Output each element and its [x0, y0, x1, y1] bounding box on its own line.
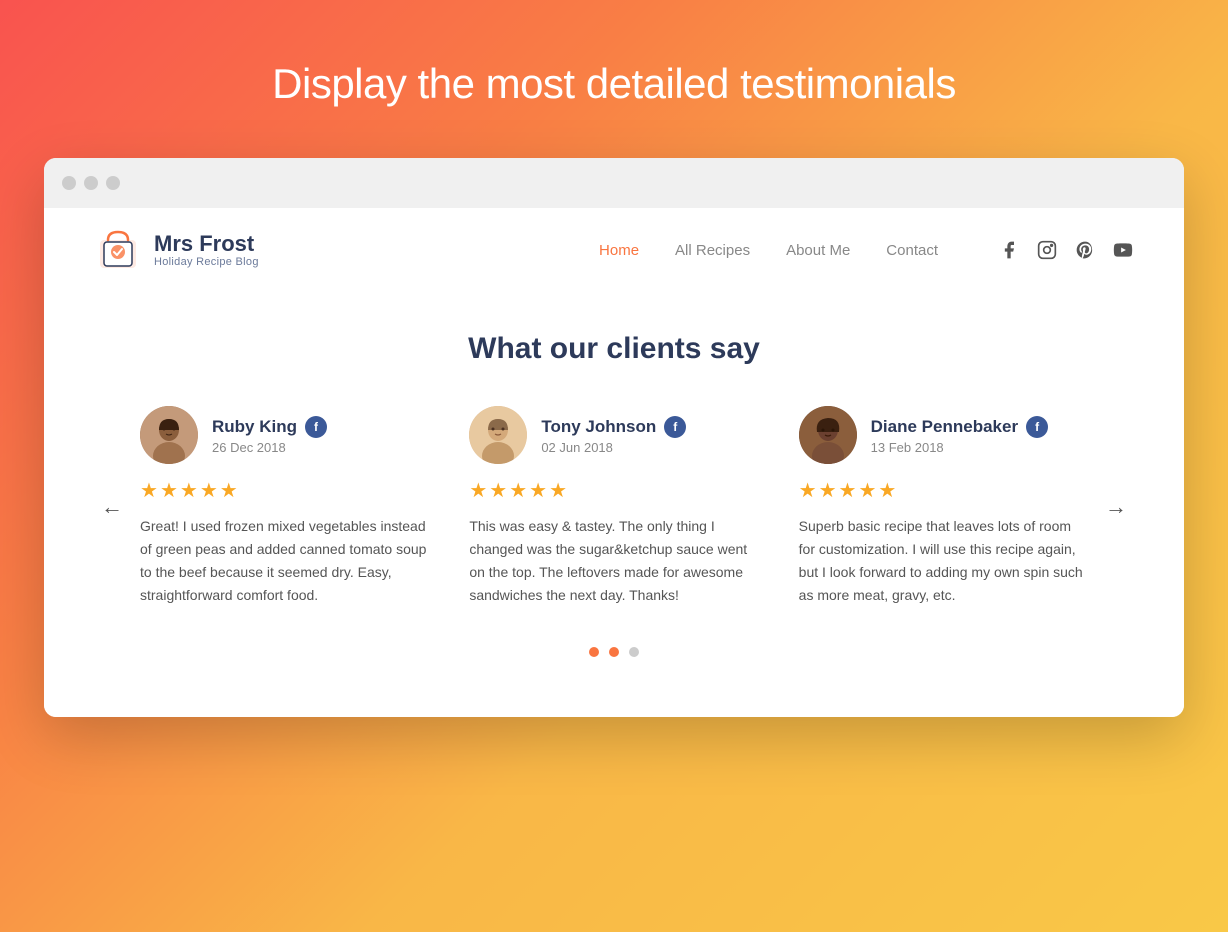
pagination-dot-3[interactable]: [629, 647, 639, 657]
youtube-icon[interactable]: [1112, 239, 1134, 261]
browser-dot-green: [106, 176, 120, 190]
review-text-2: This was easy & tastey. The only thing I…: [469, 515, 758, 607]
nav-all-recipes[interactable]: All Recipes: [675, 242, 750, 259]
logo-area: Mrs Frost Holiday Recipe Blog: [94, 226, 259, 274]
fb-badge-3: f: [1026, 416, 1048, 438]
reviewer-info-3: Diane Pennebaker f 13 Feb 2018: [871, 416, 1048, 455]
reviewer-name-1: Ruby King: [212, 417, 297, 437]
fb-badge-1: f: [305, 416, 327, 438]
logo-text-area: Mrs Frost Holiday Recipe Blog: [154, 232, 259, 268]
testimonial-card-2: Tony Johnson f 02 Jun 2018 ★ ★ ★ ★ ★: [469, 406, 758, 607]
stars-2: ★ ★ ★ ★ ★: [469, 478, 758, 503]
next-arrow[interactable]: →: [1098, 489, 1134, 525]
logo-name: Mrs Frost: [154, 232, 259, 256]
prev-arrow[interactable]: ←: [94, 489, 130, 525]
browser-bar: [44, 158, 1184, 208]
avatar-diane: [799, 406, 857, 464]
reviewer-name-row-1: Ruby King f: [212, 416, 327, 438]
browser-dot-yellow: [84, 176, 98, 190]
avatar-ruby: [140, 406, 198, 464]
reviewer-date-3: 13 Feb 2018: [871, 440, 1048, 455]
testimonial-card-3: Diane Pennebaker f 13 Feb 2018 ★ ★ ★ ★: [799, 406, 1088, 607]
reviewer-date-1: 26 Dec 2018: [212, 440, 327, 455]
logo-subtitle: Holiday Recipe Blog: [154, 256, 259, 268]
reviewer-name-row-2: Tony Johnson f: [541, 416, 686, 438]
reviewer-date-2: 02 Jun 2018: [541, 440, 686, 455]
stars-3: ★ ★ ★ ★ ★: [799, 478, 1088, 503]
browser-window: Mrs Frost Holiday Recipe Blog Home All R…: [44, 158, 1184, 717]
pinterest-icon[interactable]: [1074, 239, 1096, 261]
review-text-1: Great! I used frozen mixed vegetables in…: [140, 515, 429, 607]
main-content: What our clients say ←: [44, 292, 1184, 717]
nav-links: Home All Recipes About Me Contact: [599, 242, 938, 259]
review-text-3: Superb basic recipe that leaves lots of …: [799, 515, 1088, 607]
pagination-dots: [94, 647, 1134, 657]
avatar-tony: [469, 406, 527, 464]
facebook-icon[interactable]: [998, 239, 1020, 261]
hero-title: Display the most detailed testimonials: [252, 0, 976, 158]
stars-1: ★ ★ ★ ★ ★: [140, 478, 429, 503]
testimonials-grid: Ruby King f 26 Dec 2018 ★ ★ ★ ★ ★: [130, 406, 1098, 607]
reviewer-header-2: Tony Johnson f 02 Jun 2018: [469, 406, 758, 464]
pagination-dot-1[interactable]: [589, 647, 599, 657]
reviewer-info-2: Tony Johnson f 02 Jun 2018: [541, 416, 686, 455]
reviewer-name-3: Diane Pennebaker: [871, 417, 1018, 437]
navbar: Mrs Frost Holiday Recipe Blog Home All R…: [44, 208, 1184, 292]
fb-badge-2: f: [664, 416, 686, 438]
nav-home[interactable]: Home: [599, 242, 639, 259]
pagination-dot-2[interactable]: [609, 647, 619, 657]
section-title: What our clients say: [94, 332, 1134, 366]
social-icons: [998, 239, 1134, 261]
nav-about-me[interactable]: About Me: [786, 242, 850, 259]
browser-dot-red: [62, 176, 76, 190]
nav-contact[interactable]: Contact: [886, 242, 938, 259]
instagram-icon[interactable]: [1036, 239, 1058, 261]
reviewer-name-row-3: Diane Pennebaker f: [871, 416, 1048, 438]
logo-icon: [94, 226, 142, 274]
site-content: Mrs Frost Holiday Recipe Blog Home All R…: [44, 208, 1184, 717]
reviewer-name-2: Tony Johnson: [541, 417, 656, 437]
reviewer-info-1: Ruby King f 26 Dec 2018: [212, 416, 327, 455]
reviewer-header-3: Diane Pennebaker f 13 Feb 2018: [799, 406, 1088, 464]
testimonials-container: ←: [94, 406, 1134, 607]
testimonial-card-1: Ruby King f 26 Dec 2018 ★ ★ ★ ★ ★: [140, 406, 429, 607]
reviewer-header-1: Ruby King f 26 Dec 2018: [140, 406, 429, 464]
